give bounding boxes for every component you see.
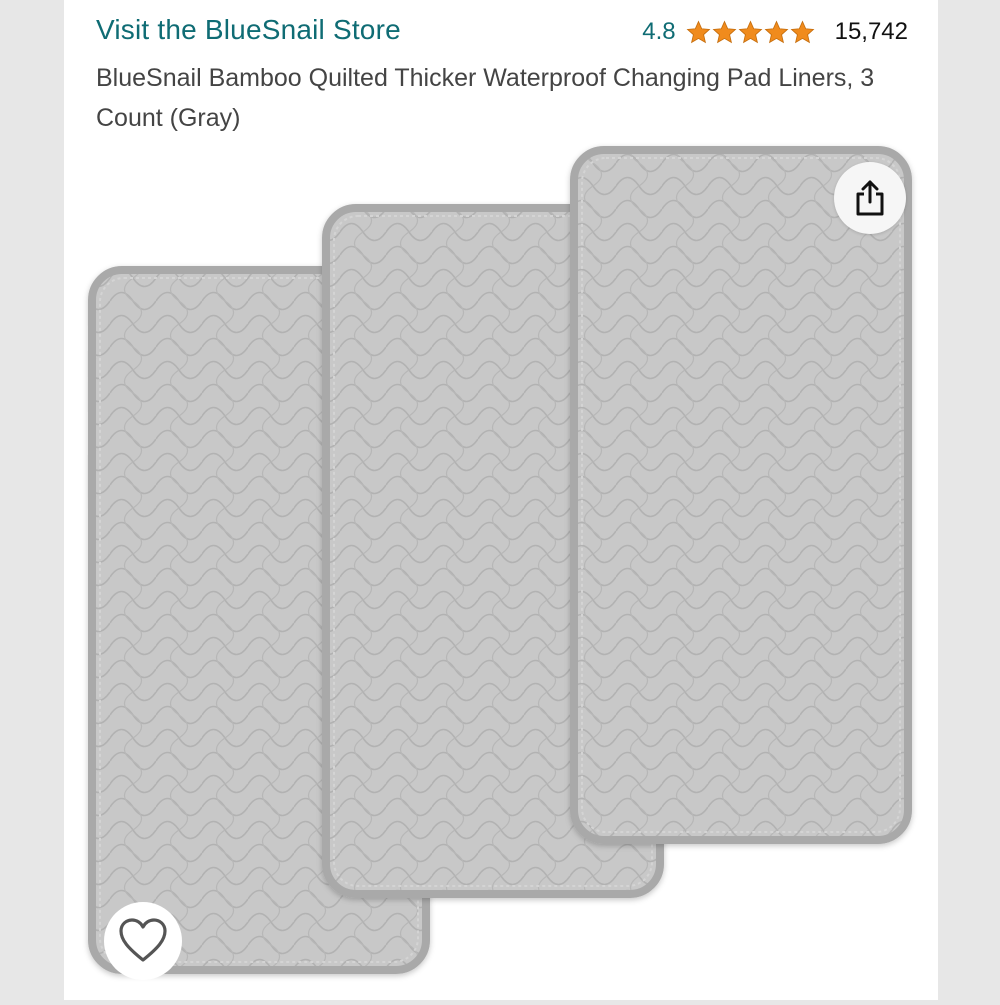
rating-summary[interactable]: 4.8 15,742 — [642, 18, 908, 46]
page-margin-right — [938, 0, 1000, 1000]
share-button[interactable] — [834, 162, 906, 234]
rating-value: 4.8 — [642, 18, 676, 45]
pad-right — [570, 146, 912, 844]
product-title: BlueSnail Bamboo Quilted Thicker Waterpr… — [96, 64, 875, 132]
star-icon — [764, 20, 789, 43]
store-link[interactable]: Visit the BlueSnail Store — [96, 14, 401, 46]
product-image[interactable] — [64, 140, 938, 1000]
star-icon — [738, 20, 763, 43]
page-margin-left — [0, 0, 64, 1000]
product-card: Visit the BlueSnail Store 4.8 15,742 Blu… — [64, 0, 938, 1000]
favorite-button[interactable] — [104, 902, 182, 980]
rating-count: 15,742 — [834, 18, 908, 45]
star-icon — [790, 20, 815, 43]
star-icon — [686, 20, 711, 43]
heart-icon — [119, 918, 167, 962]
share-icon — [856, 180, 884, 216]
star-rating — [686, 20, 815, 45]
star-icon — [712, 20, 737, 43]
changing-pads-image — [88, 146, 912, 974]
